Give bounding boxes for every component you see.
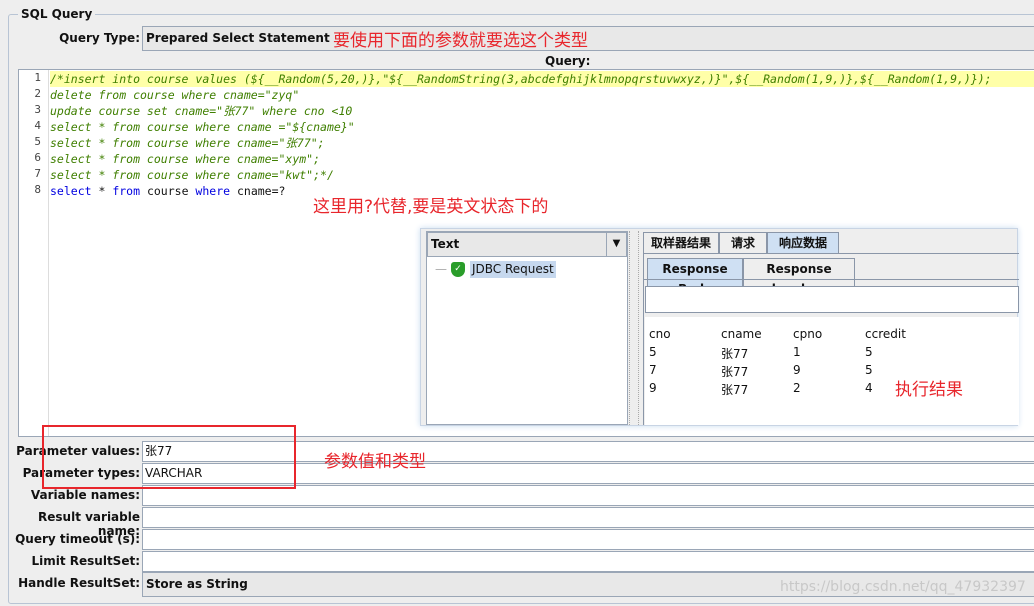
param-annotation: 参数值和类型: [324, 452, 426, 472]
result-cell: 5: [649, 345, 657, 359]
tab-sampler-result[interactable]: 取样器结果: [643, 232, 719, 253]
commented-sql: /*insert into course values (${__Random(…: [50, 72, 992, 86]
result-cell: 张77: [721, 347, 749, 361]
split-divider[interactable]: [629, 231, 639, 425]
result-cell: 5: [865, 345, 873, 359]
line-number: 1: [34, 71, 41, 84]
commented-sql: select * from course where cname="kwt";*…: [50, 168, 334, 182]
variable-names-label: Variable names:: [30, 488, 140, 502]
watermark: https://blog.csdn.net/qq_47932397: [780, 579, 1026, 595]
result-cell: 9: [649, 381, 657, 395]
result-cell: 9: [793, 363, 801, 377]
sql-text: cname=?: [230, 184, 286, 198]
query-type-label: Query Type:: [59, 31, 140, 45]
query-timeout-label: Query timeout (s):: [15, 532, 140, 546]
result-cell: 张77: [721, 365, 749, 379]
column-header: ccredit: [865, 327, 906, 341]
highlight-box: [42, 425, 296, 489]
success-shield-icon: ✓: [451, 262, 465, 277]
tree-item-jdbc-request[interactable]: JDBC Request: [470, 261, 556, 278]
result-cell: 2: [793, 381, 801, 395]
sql-text: *: [91, 184, 113, 198]
code-line[interactable]: select * from course where cname ="${cna…: [50, 119, 355, 135]
line-number: 6: [34, 151, 41, 164]
commented-sql: update course set cname="张77" where cno …: [50, 104, 353, 118]
commented-sql: select * from course where cname="xym";: [50, 152, 321, 166]
result-cell: 5: [865, 363, 873, 377]
sql-text: course: [140, 184, 196, 198]
handle-resultset-label: Handle ResultSet:: [18, 576, 140, 590]
line-number: 3: [34, 103, 41, 116]
tab-response-data[interactable]: 响应数据: [767, 232, 839, 253]
column-header: cno: [649, 327, 671, 341]
commented-sql: delete from course where cname="zyq": [50, 88, 300, 102]
column-header: cpno: [793, 327, 823, 341]
response-body-text: cno cname cpno ccredit 5 张77 1 5 7 张77 9 5 9 张77 2 4: [645, 317, 1019, 425]
limit-resultset-input[interactable]: [142, 551, 1034, 572]
tab-request[interactable]: 请求: [719, 232, 767, 253]
result-cell: 4: [865, 381, 873, 395]
placeholder-annotation: 这里用?代替,要是英文状态下的: [313, 197, 549, 217]
code-line[interactable]: select * from course where cname="kwt";*…: [50, 167, 334, 183]
sql-keyword: from: [112, 184, 141, 198]
result-cell: 1: [793, 345, 801, 359]
tree-line: —: [435, 262, 447, 276]
limit-resultset-label: Limit ResultSet:: [31, 554, 140, 568]
code-line[interactable]: /*insert into course values (${__Random(…: [50, 71, 1034, 87]
commented-sql: select * from course where cname="张77";: [50, 136, 325, 150]
query-timeout-input[interactable]: [142, 529, 1034, 550]
column-header: cname: [721, 327, 762, 341]
search-input[interactable]: [645, 286, 1019, 313]
code-line[interactable]: delete from course where cname="zyq": [50, 87, 299, 103]
code-line[interactable]: select * from course where cname="xym";: [50, 151, 320, 167]
chevron-down-icon[interactable]: ▼: [606, 233, 626, 256]
result-variable-input[interactable]: [142, 507, 1034, 528]
query-type-select[interactable]: Prepared Select Statement: [142, 26, 1034, 51]
code-line[interactable]: update course set cname="张77" where cno …: [50, 103, 352, 119]
line-number: 2: [34, 87, 41, 100]
query-label: Query:: [545, 54, 591, 68]
result-annotation: 执行结果: [895, 380, 963, 400]
renderer-value: Text: [431, 237, 460, 251]
code-line[interactable]: select * from course where cname="张77";: [50, 135, 325, 151]
result-cell: 7: [649, 363, 657, 377]
sql-keyword: select: [50, 184, 92, 198]
line-number: 8: [34, 183, 41, 196]
renderer-select[interactable]: Text ▼: [427, 232, 627, 257]
subtab-divider: [643, 279, 1019, 280]
sql-keyword: where: [195, 184, 231, 198]
commented-sql: select * from course where cname ="${cna…: [50, 120, 355, 134]
query-type-annotation: 要使用下面的参数就要选这个类型: [333, 31, 588, 51]
group-title: SQL Query: [18, 7, 96, 21]
code-line[interactable]: select * from course where cname=?: [50, 183, 285, 199]
line-number: 4: [34, 119, 41, 132]
result-cell: 张77: [721, 383, 749, 397]
line-number: 7: [34, 167, 41, 180]
result-tree: Text ▼ — ✓ JDBC Request: [426, 231, 628, 425]
line-number: 5: [34, 135, 41, 148]
